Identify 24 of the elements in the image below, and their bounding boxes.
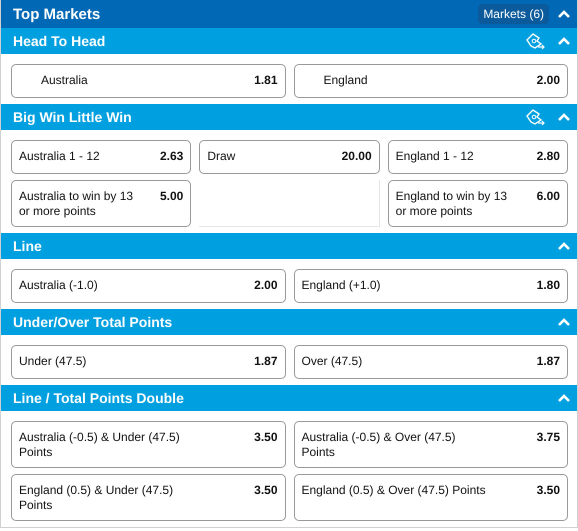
odds-button[interactable]: Australia to win by 13 or more points 5.00 xyxy=(11,180,192,227)
odds-button[interactable]: England (0.5) & Under (47.5) Points 3.50 xyxy=(11,474,286,521)
odds-button[interactable]: Draw 20.00 xyxy=(199,140,380,174)
market-title: Big Win Little Win xyxy=(13,109,133,125)
ticket-icon[interactable] xyxy=(525,108,545,126)
odds-button[interactable]: Australia (-0.5) & Over (47.5) Points 3.75 xyxy=(294,421,568,468)
ticket-icon[interactable] xyxy=(525,32,545,50)
odds-button[interactable]: Australia 1 - 12 2.63 xyxy=(11,140,192,174)
markets-button[interactable]: Markets (6) xyxy=(478,4,549,24)
odds-button[interactable]: Under (47.5) 1.87 xyxy=(11,345,286,379)
market-title: Line / Total Points Double xyxy=(13,390,185,406)
odds-button[interactable]: Australia (-1.0) 2.00 xyxy=(11,269,286,303)
header-title: Top Markets xyxy=(13,6,102,22)
odds-button[interactable]: England (+1.0) 1.80 xyxy=(294,269,568,303)
odds-button[interactable]: Australia 1.81 xyxy=(11,64,286,98)
market-title: Line xyxy=(13,238,43,254)
market-title: Under/Over Total Points xyxy=(13,314,174,330)
odds-button[interactable]: Australia (-0.5) & Under (47.5) Points 3.50 xyxy=(11,421,286,468)
odds-button[interactable]: England 1 - 12 2.80 xyxy=(388,140,568,174)
odds-button[interactable]: Over (47.5) 1.87 xyxy=(294,345,568,379)
odds-button[interactable]: England (0.5) & Over (47.5) Points 3.50 xyxy=(294,474,568,521)
odds-button[interactable]: England to win by 13 or more points 6.00 xyxy=(388,180,568,227)
market-title: Head To Head xyxy=(13,33,106,49)
odds-button[interactable]: England 2.00 xyxy=(294,64,568,98)
